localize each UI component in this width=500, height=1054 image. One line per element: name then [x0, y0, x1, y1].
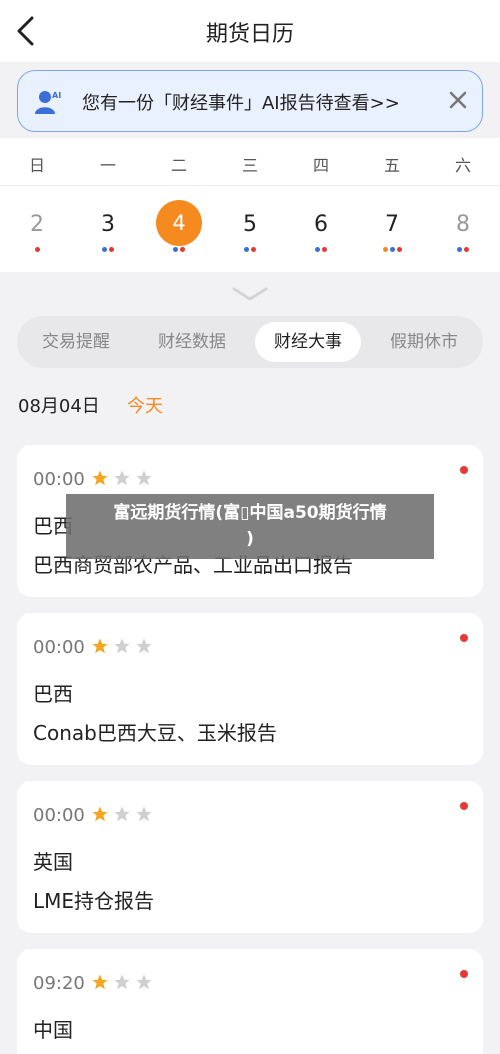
- day-number: 8: [456, 212, 470, 237]
- alert-dot-icon: [460, 802, 468, 810]
- event-dot: [109, 247, 114, 252]
- event-dots: [367, 247, 417, 255]
- tab-holiday-closures[interactable]: 假期休市: [371, 322, 477, 362]
- weekday-header: 日 一 二 三 四 五 六: [0, 138, 500, 186]
- event-dot: [464, 247, 469, 252]
- event-country: 巴西: [33, 682, 73, 706]
- expand-calendar-chevron-icon[interactable]: [230, 285, 270, 303]
- day-number: 4: [156, 200, 202, 246]
- star-filled-icon: [92, 638, 108, 654]
- event-time: 00:00: [33, 805, 85, 826]
- event-dot: [322, 247, 327, 252]
- calendar-day[interactable]: 2: [12, 200, 62, 258]
- calendar-day[interactable]: 6: [296, 200, 346, 258]
- tab-trade-reminder[interactable]: 交易提醒: [23, 322, 129, 362]
- weekday-label: 二: [170, 156, 187, 175]
- event-card[interactable]: 00:00 英国 LME持仓报告: [17, 781, 483, 933]
- weekday-label: 四: [312, 156, 329, 175]
- event-dot: [251, 247, 256, 252]
- star-empty-icon: [114, 806, 130, 822]
- calendar-day[interactable]: 3: [83, 200, 133, 258]
- week-calendar: 日 一 二 三 四 五 六 2 3 4 5 6 7 8: [0, 138, 500, 272]
- day-number: 2: [30, 212, 44, 237]
- event-dot: [173, 247, 178, 252]
- star-filled-icon: [92, 806, 108, 822]
- star-empty-icon: [136, 806, 152, 822]
- event-card[interactable]: 09:20 中国: [17, 949, 483, 1054]
- importance-stars: [91, 805, 153, 823]
- event-dot: [382, 247, 388, 252]
- event-card[interactable]: 00:00 巴西 Conab巴西大豆、玉米报告: [17, 613, 483, 765]
- ai-report-text[interactable]: 您有一份「财经事件」AI报告待查看>>: [82, 89, 400, 115]
- close-icon[interactable]: [446, 88, 470, 112]
- current-date: 08月04日: [18, 396, 100, 417]
- tab-economic-data[interactable]: 财经数据: [139, 322, 245, 362]
- event-dot: [102, 247, 107, 252]
- star-empty-icon: [114, 974, 130, 990]
- day-number: 5: [243, 212, 257, 237]
- star-filled-icon: [92, 974, 108, 990]
- event-dots: [154, 247, 204, 255]
- event-dot: [396, 247, 402, 252]
- star-empty-icon: [136, 974, 152, 990]
- event-dots: [83, 247, 133, 255]
- event-country: 中国: [33, 1018, 73, 1042]
- day-number: 3: [101, 212, 115, 237]
- event-time: 00:00: [33, 469, 85, 490]
- event-dot: [389, 247, 395, 252]
- star-empty-icon: [136, 470, 152, 486]
- day-number: 6: [314, 212, 328, 237]
- event-country: 英国: [33, 850, 73, 874]
- today-label: 今天: [127, 396, 163, 417]
- calendar-day[interactable]: 8: [438, 200, 488, 258]
- calendar-day[interactable]: 7: [367, 200, 417, 258]
- event-time: 00:00: [33, 637, 85, 658]
- weekday-label: 三: [241, 156, 258, 175]
- alert-dot-icon: [460, 466, 468, 474]
- star-empty-icon: [114, 470, 130, 486]
- svg-text:AI: AI: [52, 91, 61, 100]
- article-title-overlay: 富远期货行情(富▯中国a50期货行情 ): [66, 494, 434, 559]
- overlay-line: ): [246, 529, 254, 549]
- weekday-label: 五: [383, 156, 400, 175]
- importance-stars: [91, 973, 153, 991]
- event-title: Conab巴西大豆、玉米报告: [33, 721, 277, 745]
- event-dots: [225, 247, 275, 255]
- overlay-line: 富远期货行情(富▯中国a50期货行情: [113, 503, 387, 523]
- importance-stars: [91, 637, 153, 655]
- event-dot: [315, 247, 320, 252]
- tab-major-events[interactable]: 财经大事: [255, 322, 361, 362]
- page-title: 期货日历: [205, 22, 294, 47]
- category-tabs: 交易提醒 财经数据 财经大事 假期休市: [17, 316, 483, 368]
- calendar-day[interactable]: 5: [225, 200, 275, 258]
- ai-report-banner[interactable]: AI 您有一份「财经事件」AI报告待查看>>: [17, 70, 483, 132]
- event-dot: [34, 247, 40, 252]
- star-filled-icon: [92, 470, 108, 486]
- importance-stars: [91, 469, 153, 487]
- event-dot: [180, 247, 185, 252]
- alert-dot-icon: [460, 970, 468, 978]
- star-empty-icon: [136, 638, 152, 654]
- star-empty-icon: [114, 638, 130, 654]
- ai-robot-icon: AI: [35, 91, 61, 114]
- weekday-label: 日: [28, 156, 45, 175]
- event-dots: [296, 247, 346, 255]
- event-dots: [438, 247, 488, 255]
- calendar-day-selected[interactable]: 4: [154, 200, 204, 258]
- nav-bar: 期货日历: [0, 0, 500, 62]
- event-dot: [457, 247, 462, 252]
- weekday-label: 一: [99, 156, 116, 175]
- event-dots: [12, 247, 62, 255]
- event-title: LME持仓报告: [33, 889, 155, 913]
- alert-dot-icon: [460, 634, 468, 642]
- event-dot: [244, 247, 249, 252]
- event-time: 09:20: [33, 973, 85, 994]
- weekday-label: 六: [454, 156, 471, 175]
- day-number: 7: [385, 212, 399, 237]
